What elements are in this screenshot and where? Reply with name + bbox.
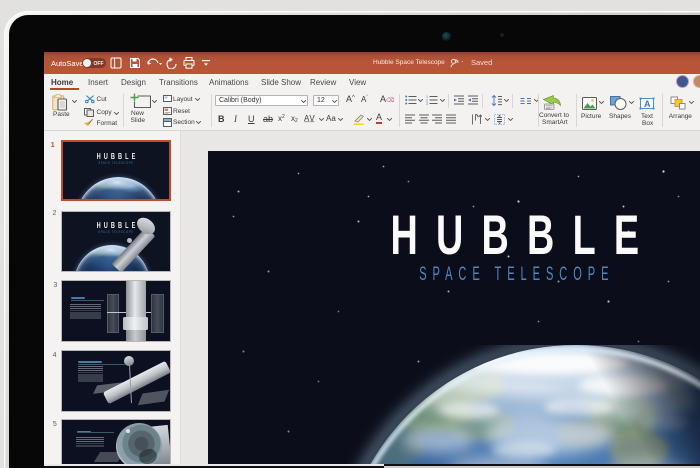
svg-text:A: A: [644, 98, 651, 108]
svg-text:3: 3: [426, 102, 428, 105]
